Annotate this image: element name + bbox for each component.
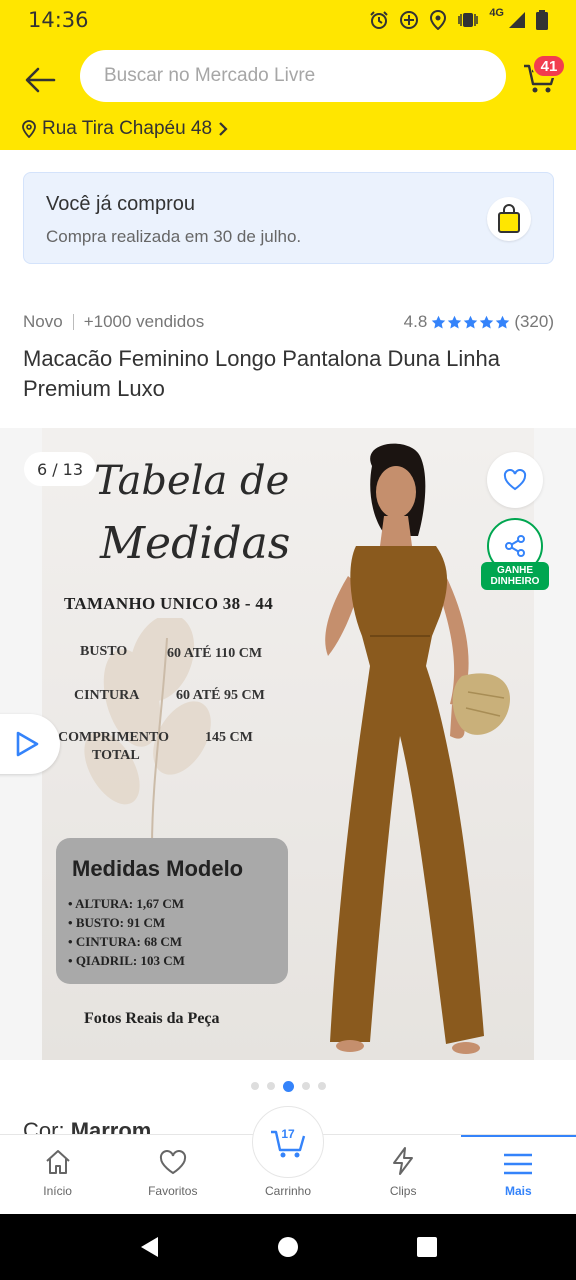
product-meta: Novo +1000 vendidos 4.8 (320): [23, 312, 554, 332]
model-title: Medidas Modelo: [72, 856, 244, 881]
image-carousel[interactable]: Tabela de Medidas TAMANHO UNICO 38 - 44 …: [0, 428, 576, 1060]
sold-count: +1000 vendidos: [83, 312, 205, 331]
gps-icon: [430, 10, 447, 30]
search-input[interactable]: [104, 65, 506, 87]
carousel-dot[interactable]: [250, 1082, 259, 1090]
cintura-label: CINTURA: [74, 688, 140, 703]
model-item: ALTURA: 1,67 CM: [68, 894, 185, 913]
favorite-button[interactable]: [487, 452, 543, 508]
nav-more[interactable]: Mais: [460, 1135, 576, 1214]
home-circle-icon[interactable]: [277, 1236, 299, 1258]
star-icon: [464, 315, 478, 328]
purchase-subtitle: Compra realizada em 30 de julho.: [46, 227, 302, 246]
carousel-dot[interactable]: [282, 1080, 294, 1092]
rating-count: (320): [514, 312, 554, 331]
back-button[interactable]: [20, 60, 60, 100]
star-icon: [432, 315, 446, 328]
system-navigation: [0, 1214, 576, 1280]
arrow-left-icon: [25, 67, 56, 93]
menu-icon: [504, 1153, 533, 1175]
model-list: ALTURA: 1,67 CM BUSTO: 91 CM CINTURA: 68…: [68, 894, 185, 970]
heart-icon: [503, 469, 527, 491]
star-icon: [480, 315, 494, 328]
back-triangle-icon[interactable]: [138, 1235, 160, 1259]
comprimento-label: COMPRIMENTO: [58, 730, 169, 745]
nav-favorites-label: Favoritos: [148, 1184, 198, 1198]
shopping-bag-badge: [487, 197, 531, 241]
size-heading: TAMANHO UNICO 38 - 44: [64, 594, 274, 613]
alarm-icon: [370, 11, 389, 29]
model-measurements-card: Medidas Modelo ALTURA: 1,67 CM BUSTO: 91…: [56, 838, 288, 984]
carousel-dots: [0, 1080, 576, 1092]
nav-more-label: Mais: [505, 1184, 532, 1198]
rating-summary[interactable]: 4.8 (320): [404, 312, 554, 332]
image-counter: 6 / 13: [24, 452, 96, 486]
status-time: 14:36: [28, 8, 89, 32]
cart-badge: 41: [532, 54, 566, 78]
rating-value: 4.8: [403, 312, 428, 331]
comprimento-value: 145 CM: [205, 730, 253, 745]
network-label: 4G: [489, 7, 504, 19]
model-figure: [325, 443, 511, 1054]
star-icon: [448, 315, 462, 328]
cintura-value: 60 ATÉ 95 CM: [176, 688, 265, 703]
location-add-icon: [400, 11, 419, 29]
condition-sold: Novo +1000 vendidos: [23, 312, 204, 332]
product-title: Macacão Feminino Longo Pantalona Duna Li…: [23, 346, 500, 401]
nav-home[interactable]: Início: [0, 1135, 115, 1214]
busto-value: 60 ATÉ 110 CM: [167, 646, 263, 661]
carousel-dot[interactable]: [301, 1082, 310, 1090]
vibrate-icon: [458, 13, 479, 27]
status-bar: 14:36 4G: [0, 0, 576, 40]
share-icon: [505, 535, 525, 557]
real-photos-caption: Fotos Reais da Peça: [84, 1010, 220, 1027]
address-text: Rua Tira Chapéu 48: [42, 118, 213, 139]
home-icon: [45, 1150, 70, 1174]
recents-square-icon[interactable]: [416, 1236, 438, 1258]
location-pin-icon: [22, 120, 36, 138]
script-title-line2: Medidas: [100, 518, 291, 569]
earn-money-label: GANHE DINHEIRO: [481, 562, 549, 590]
separator: [72, 314, 74, 330]
address-link[interactable]: Rua Tira Chapéu 48: [22, 118, 228, 140]
model-item: BUSTO: 91 CM: [68, 913, 185, 932]
battery-icon: [536, 10, 548, 30]
nav-clips-label: Clips: [389, 1184, 417, 1198]
signal-icon: [509, 12, 525, 28]
lightning-icon: [393, 1147, 414, 1175]
product-image[interactable]: Tabela de Medidas TAMANHO UNICO 38 - 44 …: [42, 428, 534, 1060]
nav-cart-label: Carrinho: [264, 1184, 312, 1198]
cart-count: 17: [281, 1127, 295, 1141]
status-icons: 4G: [369, 7, 548, 30]
cart-fab-button[interactable]: 17: [252, 1106, 324, 1178]
model-item: QIADRIL: 103 CM: [68, 951, 185, 970]
nav-home-label: Início: [43, 1184, 72, 1198]
total-label: TOTAL: [92, 748, 140, 763]
purchase-title: Você já comprou: [46, 193, 195, 215]
condition-text: Novo: [23, 312, 63, 331]
earn-label-line1: GANHE: [496, 565, 534, 576]
nav-clips[interactable]: Clips: [346, 1135, 461, 1214]
play-icon: [16, 731, 39, 757]
model-item: CINTURA: 68 CM: [68, 932, 185, 951]
already-purchased-card[interactable]: Você já comprou Compra realizada em 30 d…: [23, 172, 554, 264]
video-clip-button[interactable]: [0, 714, 60, 774]
star-icon: [496, 315, 510, 328]
busto-label: BUSTO: [80, 644, 128, 659]
app-header: 41 Rua Tira Chapéu 48: [0, 40, 576, 150]
earn-label-line2: DINHEIRO: [490, 576, 540, 587]
chevron-right-icon: [219, 122, 228, 136]
shopping-bag-icon: [498, 204, 520, 233]
search-box[interactable]: [80, 50, 506, 102]
nav-favorites[interactable]: Favoritos: [115, 1135, 230, 1214]
script-title-line1: Tabela de: [94, 458, 290, 504]
heart-icon: [159, 1150, 186, 1175]
carousel-dot[interactable]: [317, 1082, 326, 1090]
star-rating: [431, 315, 510, 330]
carousel-dot[interactable]: [266, 1082, 275, 1090]
